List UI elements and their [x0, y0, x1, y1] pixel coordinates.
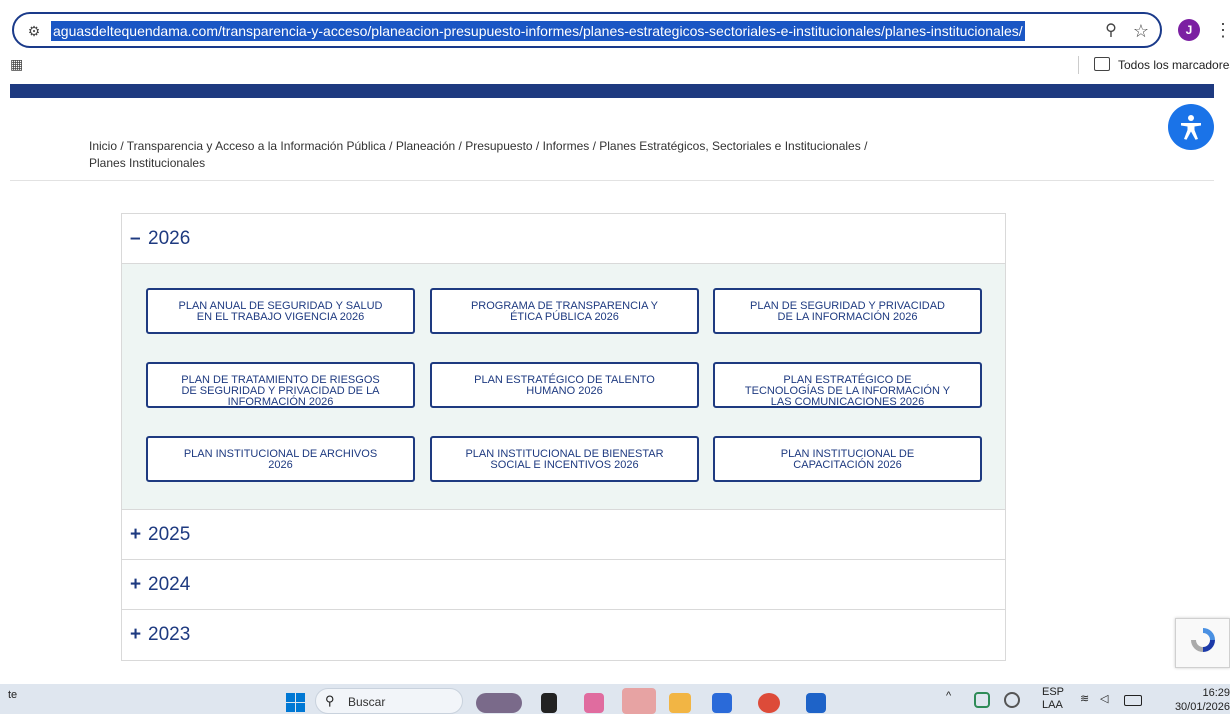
accessibility-icon — [1181, 115, 1201, 140]
file-explorer-icon[interactable] — [669, 693, 691, 713]
plan-button[interactable]: PLAN INSTITUCIONAL DE CAPACITACIÓN 2026 — [713, 436, 982, 482]
breadcrumb-current: Planes Institucionales — [89, 156, 206, 170]
accordion-year: 2025 — [148, 523, 191, 545]
accessibility-button[interactable] — [1168, 104, 1214, 150]
clock-date: 30/01/2026 — [1174, 701, 1230, 713]
breadcrumb-path[interactable]: Inicio / Transparencia y Acceso a la Inf… — [89, 139, 867, 153]
accordion-year: 2024 — [148, 573, 191, 595]
windows-taskbar: te ⚲ Buscar ^ ESP LAA ≋ ◁ 16:29 30/01/20… — [0, 684, 1230, 714]
language-indicator[interactable]: ESP LAA — [1042, 686, 1064, 712]
outlook-icon[interactable] — [806, 693, 826, 713]
store-icon[interactable] — [712, 693, 732, 713]
bookmark-star-icon[interactable]: ☆ — [1130, 20, 1152, 42]
folder-icon[interactable] — [1094, 57, 1110, 71]
clock[interactable]: 16:29 30/01/2026 — [1166, 686, 1230, 714]
accordion-year: 2026 — [148, 227, 191, 249]
accordion-year: 2023 — [148, 624, 191, 645]
browser-menu-icon[interactable]: ⋮ — [1214, 17, 1230, 43]
all-bookmarks-label[interactable]: Todos los marcadores — [1118, 56, 1230, 74]
chevron-up-icon[interactable]: ^ — [946, 690, 951, 702]
accordion-header-2024[interactable]: + 2024 — [122, 560, 1005, 610]
plan-button[interactable]: PLAN INSTITUCIONAL DE BIENESTAR SOCIAL E… — [430, 436, 699, 482]
recaptcha-badge[interactable] — [1175, 618, 1230, 668]
battery-icon[interactable] — [1124, 695, 1142, 706]
apps-grid-icon[interactable]: ▦ — [10, 56, 26, 72]
clock-time: 16:29 — [1202, 687, 1230, 699]
accordion-header-2025[interactable]: + 2025 — [122, 510, 1005, 560]
zoom-icon[interactable]: ⚲ — [1100, 20, 1122, 42]
expand-icon: + — [130, 624, 142, 645]
expand-icon: + — [130, 573, 142, 595]
plan-button[interactable]: PLAN DE SEGURIDAD Y PRIVACIDAD DE LA INF… — [713, 288, 982, 334]
site-nav-strip — [10, 84, 1214, 98]
taskbar-search-placeholder: Buscar — [348, 695, 386, 709]
taskbar-left-text: te — [8, 689, 18, 701]
browser-toolbar: ⚙ aguasdeltequendama.com/transparencia-y… — [0, 0, 1230, 50]
address-bar[interactable]: ⚙ aguasdeltequendama.com/transparencia-y… — [12, 12, 1162, 48]
years-accordion: – 2026 PLAN ANUAL DE SEGURIDAD Y SALUD E… — [121, 213, 1006, 661]
recaptcha-icon — [1191, 628, 1215, 652]
settings-tray-icon[interactable] — [1004, 692, 1020, 708]
bookmarks-bar: ▦ Todos los marcadores — [0, 52, 1230, 78]
url-text[interactable]: aguasdeltequendama.com/transparencia-y-a… — [51, 21, 1025, 41]
task-view-icon[interactable] — [541, 693, 557, 713]
collapse-icon: – — [130, 227, 141, 249]
windows-start-icon[interactable] — [286, 693, 306, 713]
volume-icon[interactable]: ◁ — [1100, 692, 1108, 705]
taskbar-search-box[interactable]: ⚲ Buscar — [315, 688, 463, 714]
wifi-icon[interactable]: ≋ — [1080, 692, 1089, 705]
sync-icon[interactable] — [974, 692, 990, 708]
accordion-header-2023[interactable]: + 2023 — [122, 610, 1005, 660]
chrome-icon[interactable] — [758, 693, 780, 713]
breadcrumb-divider — [10, 180, 1214, 181]
plan-button[interactable]: PLAN DE TRATAMIENTO DE RIESGOS DE SEGURI… — [146, 362, 415, 408]
widgets-icon[interactable] — [476, 693, 522, 713]
expand-icon: + — [130, 523, 142, 545]
edge-icon[interactable] — [622, 688, 656, 714]
plan-button[interactable]: PLAN ANUAL DE SEGURIDAD Y SALUD EN EL TR… — [146, 288, 415, 334]
plan-button[interactable]: PLAN INSTITUCIONAL DE ARCHIVOS 2026 — [146, 436, 415, 482]
plan-button[interactable]: PLAN ESTRATÉGICO DE TECNOLOGÍAS DE LA IN… — [713, 362, 982, 408]
plan-button[interactable]: PLAN ESTRATÉGICO DE TALENTO HUMANO 2026 — [430, 362, 699, 408]
site-info-icon[interactable]: ⚙ — [24, 21, 44, 41]
bookmarks-separator — [1078, 56, 1079, 74]
profile-avatar[interactable]: J — [1178, 19, 1200, 41]
plan-button[interactable]: PROGRAMA DE TRANSPARENCIA Y ÉTICA PÚBLIC… — [430, 288, 699, 334]
accordion-panel-2026: PLAN ANUAL DE SEGURIDAD Y SALUD EN EL TR… — [122, 264, 1005, 510]
breadcrumb: Inicio / Transparencia y Acceso a la Inf… — [89, 138, 989, 172]
search-icon: ⚲ — [325, 693, 335, 708]
copilot-icon[interactable] — [584, 693, 604, 713]
accordion-header-2026[interactable]: – 2026 — [122, 214, 1005, 264]
